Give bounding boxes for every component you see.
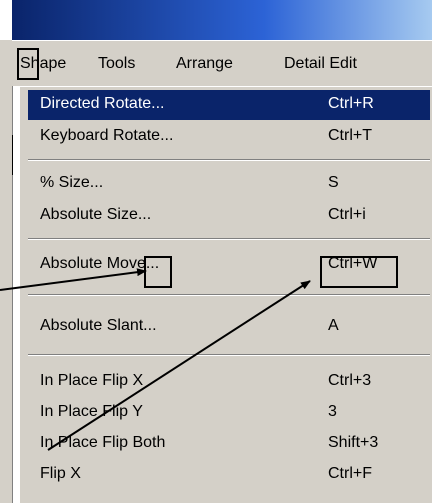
menu-item-shortcut: Ctrl+F xyxy=(328,465,372,482)
menu-separator xyxy=(28,238,430,240)
menu-item-directed-rotate[interactable]: Directed Rotate... Ctrl+R xyxy=(28,90,430,120)
menu-item-shortcut: Ctrl+R xyxy=(328,95,374,112)
toolbar-edge xyxy=(12,135,17,175)
menu-item-label: In Place Flip X xyxy=(40,372,144,389)
menu-bar: Shape Tools Arrange Detail Edit xyxy=(12,40,432,86)
menu-item-percent-size[interactable]: % Size... S xyxy=(28,169,430,199)
menu-item-label: Absolute Move... xyxy=(40,255,160,272)
menu-item-absolute-slant[interactable]: Absolute Slant... A xyxy=(28,312,430,342)
menu-item-label: Absolute Size... xyxy=(40,206,152,223)
menu-item-label: Keyboard Rotate... xyxy=(40,127,174,144)
menu-item-label: In Place Flip Both xyxy=(40,434,166,451)
menu-detail-edit[interactable]: Detail Edit xyxy=(284,51,357,77)
menu-separator xyxy=(28,354,430,356)
menu-item-keyboard-rotate[interactable]: Keyboard Rotate... Ctrl+T xyxy=(28,122,430,152)
menu-item-shortcut: A xyxy=(328,317,339,334)
window-left-frame xyxy=(0,40,13,503)
menu-item-label: Absolute Slant... xyxy=(40,317,157,334)
menu-item-label: % Size... xyxy=(40,174,104,191)
window-title-bar xyxy=(12,0,432,40)
shortcut-highlight-box xyxy=(320,256,398,288)
menu-item-label: Directed Rotate... xyxy=(40,95,165,112)
menu-item-in-place-flip-y[interactable]: In Place Flip Y 3 xyxy=(28,398,430,428)
menu-item-shortcut: 3 xyxy=(328,403,337,420)
menu-item-flip-x[interactable]: Flip X Ctrl+F xyxy=(28,460,430,490)
menu-item-in-place-flip-both[interactable]: In Place Flip Both Shift+3 xyxy=(28,429,430,459)
shape-menu-highlight-box xyxy=(17,48,39,80)
menu-tools[interactable]: Tools xyxy=(98,51,135,77)
menu-item-shortcut: Ctrl+3 xyxy=(328,372,372,389)
menu-separator xyxy=(28,294,430,296)
menu-separator xyxy=(28,159,430,161)
menu-item-shortcut: Ctrl+i xyxy=(328,206,366,223)
menu-item-shortcut: Ctrl+T xyxy=(328,127,372,144)
menu-item-in-place-flip-x[interactable]: In Place Flip X Ctrl+3 xyxy=(28,367,430,397)
menu-item-shortcut: S xyxy=(328,174,339,191)
menu-item-label: Flip X xyxy=(40,465,81,482)
menu-item-label: In Place Flip Y xyxy=(40,403,143,420)
move-accelerator-highlight-box xyxy=(144,256,172,288)
menu-item-absolute-size[interactable]: Absolute Size... Ctrl+i xyxy=(28,201,430,231)
menu-arrange[interactable]: Arrange xyxy=(176,51,233,77)
shape-dropdown-menu: Directed Rotate... Ctrl+R Keyboard Rotat… xyxy=(18,86,432,503)
menu-item-shortcut: Shift+3 xyxy=(328,434,379,451)
